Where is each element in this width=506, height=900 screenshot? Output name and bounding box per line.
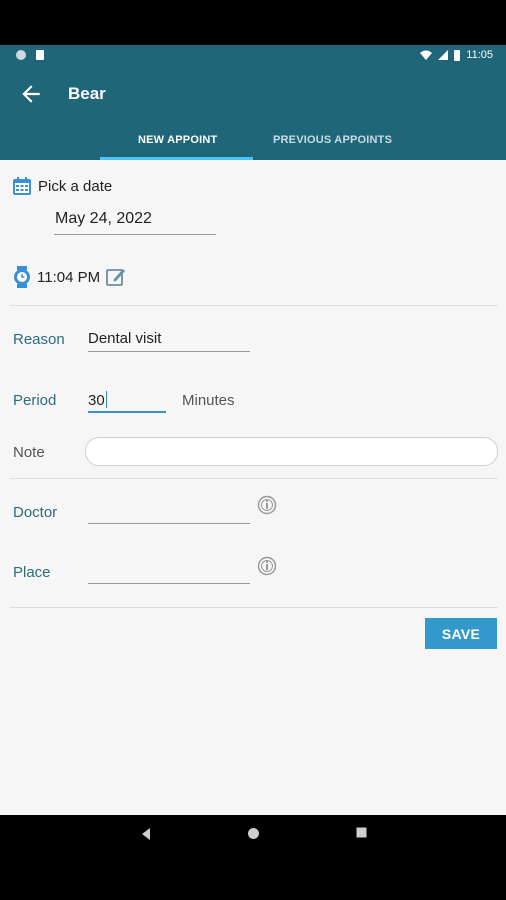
text-cursor <box>105 391 107 408</box>
period-label: Period <box>13 392 57 409</box>
time-row: 11:04 PM <box>12 266 127 288</box>
place-input[interactable] <box>88 558 250 584</box>
pick-date-label: Pick a date <box>38 177 113 195</box>
nav-home-icon[interactable] <box>247 827 260 840</box>
divider <box>10 305 498 306</box>
place-label: Place <box>13 564 51 581</box>
time-value: 11:04 PM <box>37 268 101 286</box>
date-field[interactable]: May 24, 2022 <box>54 210 216 235</box>
appointment-form: Pick a date May 24, 2022 11:04 PM Reason… <box>0 160 506 815</box>
top-black-bar <box>0 0 506 45</box>
edit-icon[interactable] <box>105 266 127 288</box>
period-value: 30 <box>88 392 105 409</box>
tab-previous-appoints[interactable]: PREVIOUS APPOINTS <box>273 134 392 146</box>
nav-recents-icon[interactable] <box>356 827 367 838</box>
signal-icon <box>438 50 449 60</box>
system-nav-bar <box>0 815 506 900</box>
status-time: 11:05 <box>466 49 493 61</box>
note-label: Note <box>13 444 45 461</box>
battery-icon <box>454 49 461 61</box>
info-icon[interactable] <box>257 495 277 515</box>
reason-label: Reason <box>13 331 65 348</box>
sd-card-icon <box>36 50 44 60</box>
pick-date-row[interactable]: Pick a date <box>12 176 112 196</box>
nav-back-icon[interactable] <box>140 827 152 841</box>
page-title: Bear <box>68 84 106 103</box>
notification-circle-icon <box>16 50 26 60</box>
doctor-label: Doctor <box>13 504 58 521</box>
reason-input[interactable]: Dental visit <box>88 326 250 352</box>
minutes-label: Minutes <box>182 392 235 409</box>
calendar-icon <box>13 177 31 195</box>
wifi-icon <box>420 50 433 60</box>
divider <box>10 478 498 479</box>
info-icon[interactable] <box>257 556 277 576</box>
back-arrow-icon[interactable] <box>18 81 44 107</box>
tab-new-appoint[interactable]: NEW APPOINT <box>138 134 217 146</box>
status-bar: 11:05 <box>0 45 506 67</box>
tab-bar: NEW APPOINT PREVIOUS APPOINTS <box>0 123 506 160</box>
divider <box>10 607 498 608</box>
doctor-input[interactable] <box>88 498 250 524</box>
note-input[interactable] <box>85 437 498 466</box>
period-input[interactable]: 30 <box>88 387 166 413</box>
save-button[interactable]: SAVE <box>425 618 497 649</box>
watch-icon <box>14 266 30 288</box>
app-bar: Bear NEW APPOINT PREVIOUS APPOINTS <box>0 67 506 160</box>
